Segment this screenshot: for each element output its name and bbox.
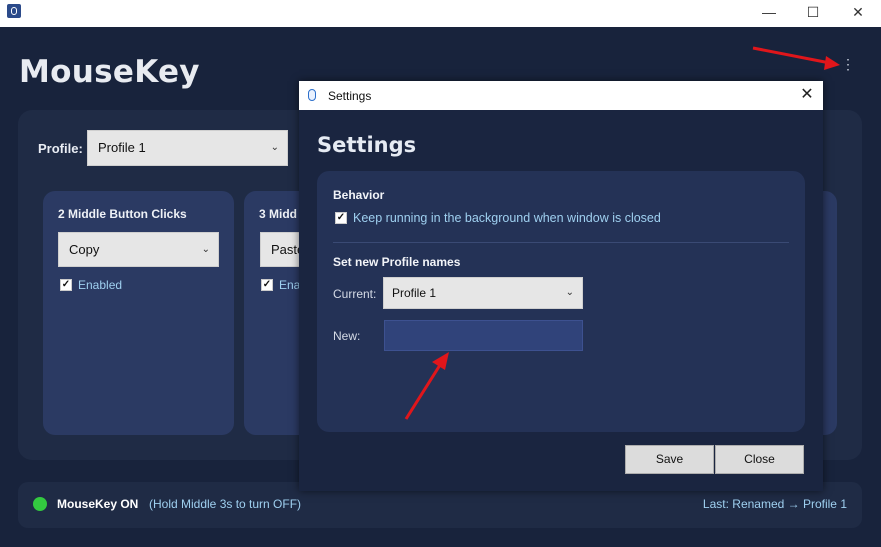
profile-label: Profile: xyxy=(38,141,83,156)
mouse-icon xyxy=(308,89,316,101)
close-button[interactable]: Close xyxy=(715,445,804,474)
profile-select[interactable]: Profile 1 ⌄ xyxy=(87,130,288,166)
minimize-icon[interactable]: — xyxy=(746,0,792,27)
section-divider xyxy=(333,242,789,243)
behavior-title: Behavior xyxy=(333,188,385,202)
profile-select-value: Profile 1 xyxy=(98,140,146,155)
maximize-icon[interactable]: ☐ xyxy=(790,0,836,27)
enabled-label: Enabled xyxy=(78,278,123,292)
current-profile-select[interactable]: Profile 1 ⌄ xyxy=(383,277,583,309)
chevron-down-icon: ⌄ xyxy=(565,287,574,298)
card-action-select[interactable]: Copy ⌄ xyxy=(58,232,219,267)
chevron-down-icon: ⌄ xyxy=(201,244,210,255)
dialog-heading: Settings xyxy=(317,133,417,157)
action-card xyxy=(43,191,234,435)
enabled-checkbox[interactable]: ✓ xyxy=(60,279,72,291)
app-title: MouseKey xyxy=(19,54,200,90)
current-profile-value: Profile 1 xyxy=(392,286,437,300)
save-button[interactable]: Save xyxy=(625,445,714,474)
close-icon[interactable]: ✕ xyxy=(795,85,819,105)
status-hint: (Hold Middle 3s to turn OFF) xyxy=(149,497,302,511)
app-icon xyxy=(7,4,21,18)
status-indicator xyxy=(33,497,47,511)
dialog-titlebar: Settings ✕ xyxy=(299,81,823,110)
window-titlebar: — ☐ ✕ xyxy=(0,0,881,27)
settings-dialog: Settings ✕ Settings Behavior ✓ Keep runn… xyxy=(299,81,823,491)
status-state: MouseKey ON xyxy=(57,497,139,511)
new-profile-name-input[interactable] xyxy=(384,320,583,351)
chevron-down-icon: ⌄ xyxy=(270,142,279,153)
status-last-action: Last: Renamed → Profile 1 xyxy=(702,497,847,511)
card-action-value: Copy xyxy=(69,242,100,257)
enabled-label: Ena xyxy=(279,278,301,292)
enabled-checkbox[interactable]: ✓ xyxy=(261,279,273,291)
close-icon[interactable]: ✕ xyxy=(835,0,881,27)
new-label: New: xyxy=(333,329,361,343)
kebab-menu-icon[interactable]: ⋮ xyxy=(840,56,856,72)
rename-title: Set new Profile names xyxy=(333,255,461,269)
card-title: 3 Midd xyxy=(259,207,297,221)
keep-running-label: Keep running in the background when wind… xyxy=(353,211,661,225)
current-label: Current: xyxy=(333,287,377,301)
keep-running-checkbox[interactable]: ✓ xyxy=(335,212,347,224)
dialog-window-title: Settings xyxy=(328,89,372,103)
card-title: 2 Middle Button Clicks xyxy=(58,207,187,221)
